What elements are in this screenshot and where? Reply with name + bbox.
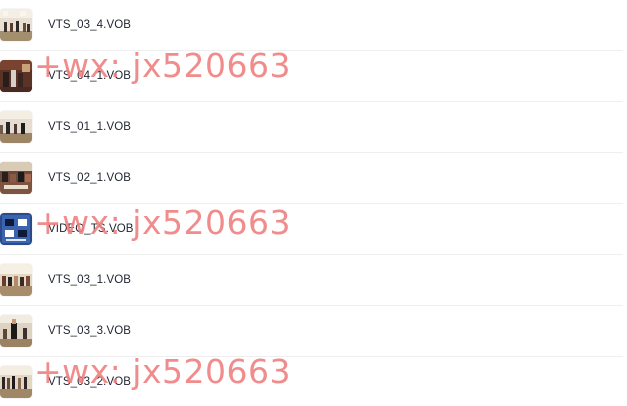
- video-thumbnail: [0, 315, 32, 347]
- file-name: VTS_01_1.VOB: [48, 121, 132, 133]
- file-list: VTS_03_4.VOB VTS_04_1.VOB VTS_01_1.VOB V…: [0, 0, 627, 406]
- video-thumbnail: [0, 264, 32, 296]
- video-thumbnail: [0, 60, 32, 92]
- file-row-vts-03-2[interactable]: VTS_03_2.VOB: [0, 357, 623, 406]
- file-name: VTS_03_1.VOB: [48, 274, 132, 286]
- file-row-vts-03-4[interactable]: VTS_03_4.VOB: [0, 0, 623, 51]
- video-thumbnail: [0, 9, 32, 41]
- video-thumbnail: [0, 366, 32, 398]
- video-thumbnail: [0, 213, 32, 245]
- file-row-vts-04-1[interactable]: VTS_04_1.VOB: [0, 51, 623, 102]
- file-name: VTS_03_3.VOB: [48, 325, 132, 337]
- file-row-vts-02-1[interactable]: VTS_02_1.VOB: [0, 153, 623, 204]
- file-name: VTS_03_2.VOB: [48, 376, 132, 388]
- video-thumbnail: [0, 162, 32, 194]
- file-name: VTS_02_1.VOB: [48, 172, 132, 184]
- file-name: VIDEO_TS.VOB: [48, 223, 134, 235]
- video-thumbnail: [0, 111, 32, 143]
- file-row-vts-01-1[interactable]: VTS_01_1.VOB: [0, 102, 623, 153]
- file-row-vts-03-3[interactable]: VTS_03_3.VOB: [0, 306, 623, 357]
- file-row-video-ts[interactable]: VIDEO_TS.VOB: [0, 204, 623, 255]
- file-row-vts-03-1[interactable]: VTS_03_1.VOB: [0, 255, 623, 306]
- file-name: VTS_04_1.VOB: [48, 70, 132, 82]
- file-name: VTS_03_4.VOB: [48, 19, 132, 31]
